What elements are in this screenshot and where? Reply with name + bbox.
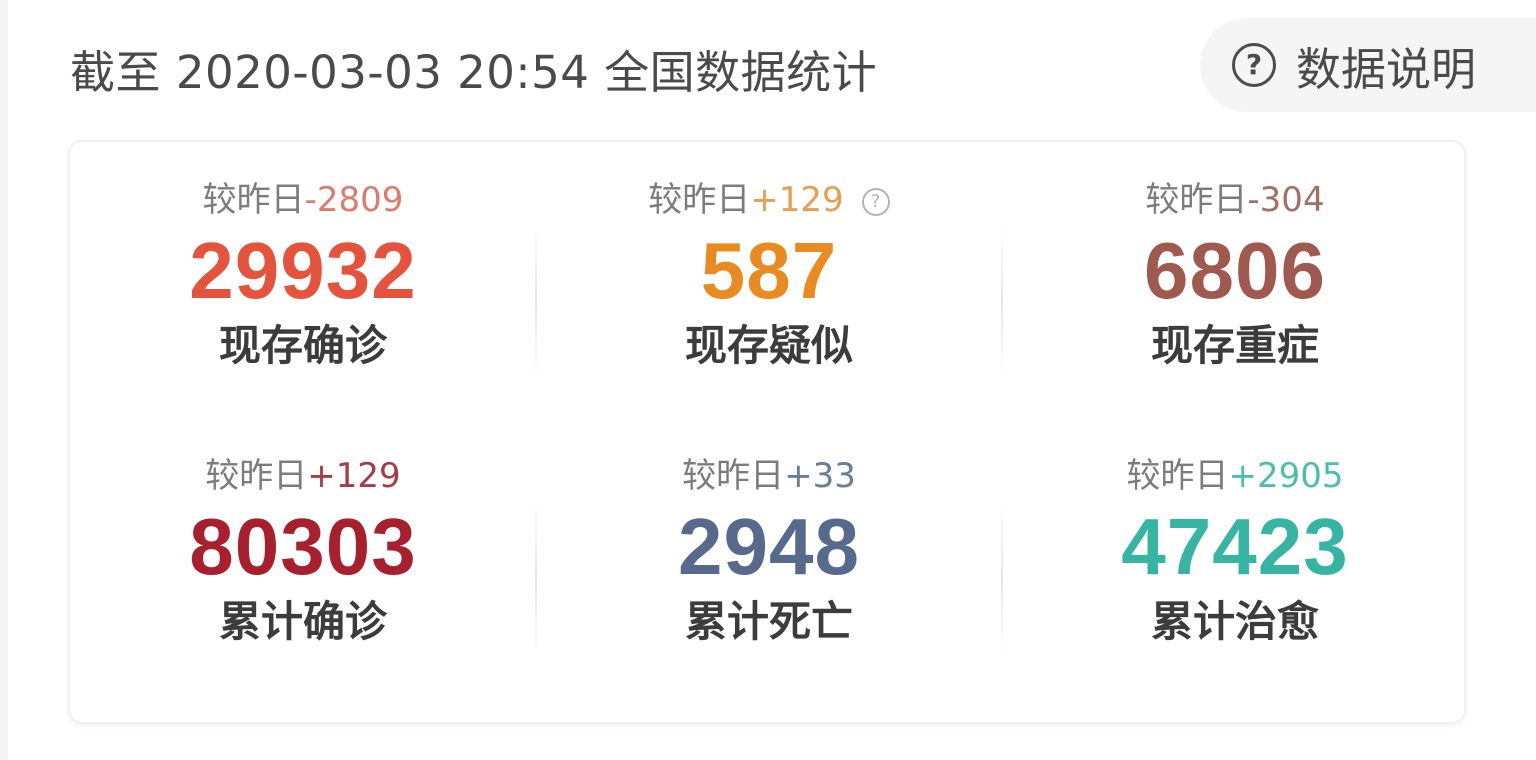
stat-total-confirmed: 较昨日+129 80303 累计确诊 [70, 454, 536, 648]
title-suffix: 全国数据统计 [604, 46, 878, 99]
stat-current-confirmed: 较昨日-2809 29932 现存确诊 [70, 178, 536, 372]
page: 截至 2020-03-03 20:54 全国数据统计 ? 数据说明 较昨日-28… [0, 0, 1536, 760]
stat-delta: 较昨日+33 [536, 454, 1002, 498]
stat-label: 累计确诊 [218, 597, 387, 646]
stat-value: 2948 [678, 502, 860, 591]
stat-value: 47423 [1121, 502, 1349, 591]
stat-current-severe: 较昨日-304 6806 现存重症 [1002, 178, 1468, 372]
delta-value: -2809 [304, 180, 404, 220]
stat-delta: 较昨日+2905 [1002, 454, 1468, 498]
delta-value: -304 [1247, 180, 1325, 220]
delta-label: 较昨日 [1145, 180, 1248, 220]
stat-label: 现存确诊 [218, 321, 387, 370]
stat-total-deaths: 较昨日+33 2948 累计死亡 [536, 454, 1002, 648]
delta-label: 较昨日 [1126, 456, 1229, 496]
stat-label: 累计治愈 [1150, 597, 1319, 646]
delta-value: +129 [750, 180, 844, 220]
stat-current-suspected: 较昨日+129? 587 现存疑似 [536, 178, 1002, 372]
title-prefix: 截至 [70, 46, 162, 99]
update-timestamp: 2020-03-03 20:54 [175, 46, 590, 99]
delta-value: +129 [307, 456, 401, 496]
stat-label: 现存疑似 [684, 321, 853, 370]
stat-delta: 较昨日-2809 [70, 178, 536, 222]
question-circle-icon[interactable]: ? [861, 188, 890, 216]
page-title: 截至 2020-03-03 20:54 全国数据统计 [70, 36, 877, 101]
delta-value: +33 [784, 456, 856, 496]
delta-label: 较昨日 [682, 456, 785, 496]
stat-delta: 较昨日+129? [536, 178, 1002, 222]
delta-value: +2905 [1228, 456, 1344, 496]
stat-label: 累计死亡 [684, 597, 853, 646]
delta-label: 较昨日 [202, 180, 305, 220]
stat-delta: 较昨日+129 [70, 454, 536, 498]
data-explanation-label: 数据说明 [1296, 42, 1477, 96]
question-circle-icon: ? [1232, 43, 1276, 87]
stat-value: 6806 [1144, 226, 1326, 315]
delta-label: 较昨日 [648, 180, 751, 220]
stat-value: 80303 [189, 502, 417, 591]
delta-label: 较昨日 [205, 456, 308, 496]
stat-delta: 较昨日-304 [1002, 178, 1468, 222]
stat-label: 现存重症 [1150, 321, 1319, 370]
stat-total-recovered: 较昨日+2905 47423 累计治愈 [1002, 454, 1468, 648]
stats-card: 较昨日-2809 29932 现存确诊 较昨日+129? 587 现存疑似 较昨… [68, 140, 1466, 724]
stat-value: 29932 [189, 226, 417, 315]
data-explanation-button[interactable]: ? 数据说明 [1200, 18, 1536, 112]
stat-value: 587 [700, 226, 838, 315]
